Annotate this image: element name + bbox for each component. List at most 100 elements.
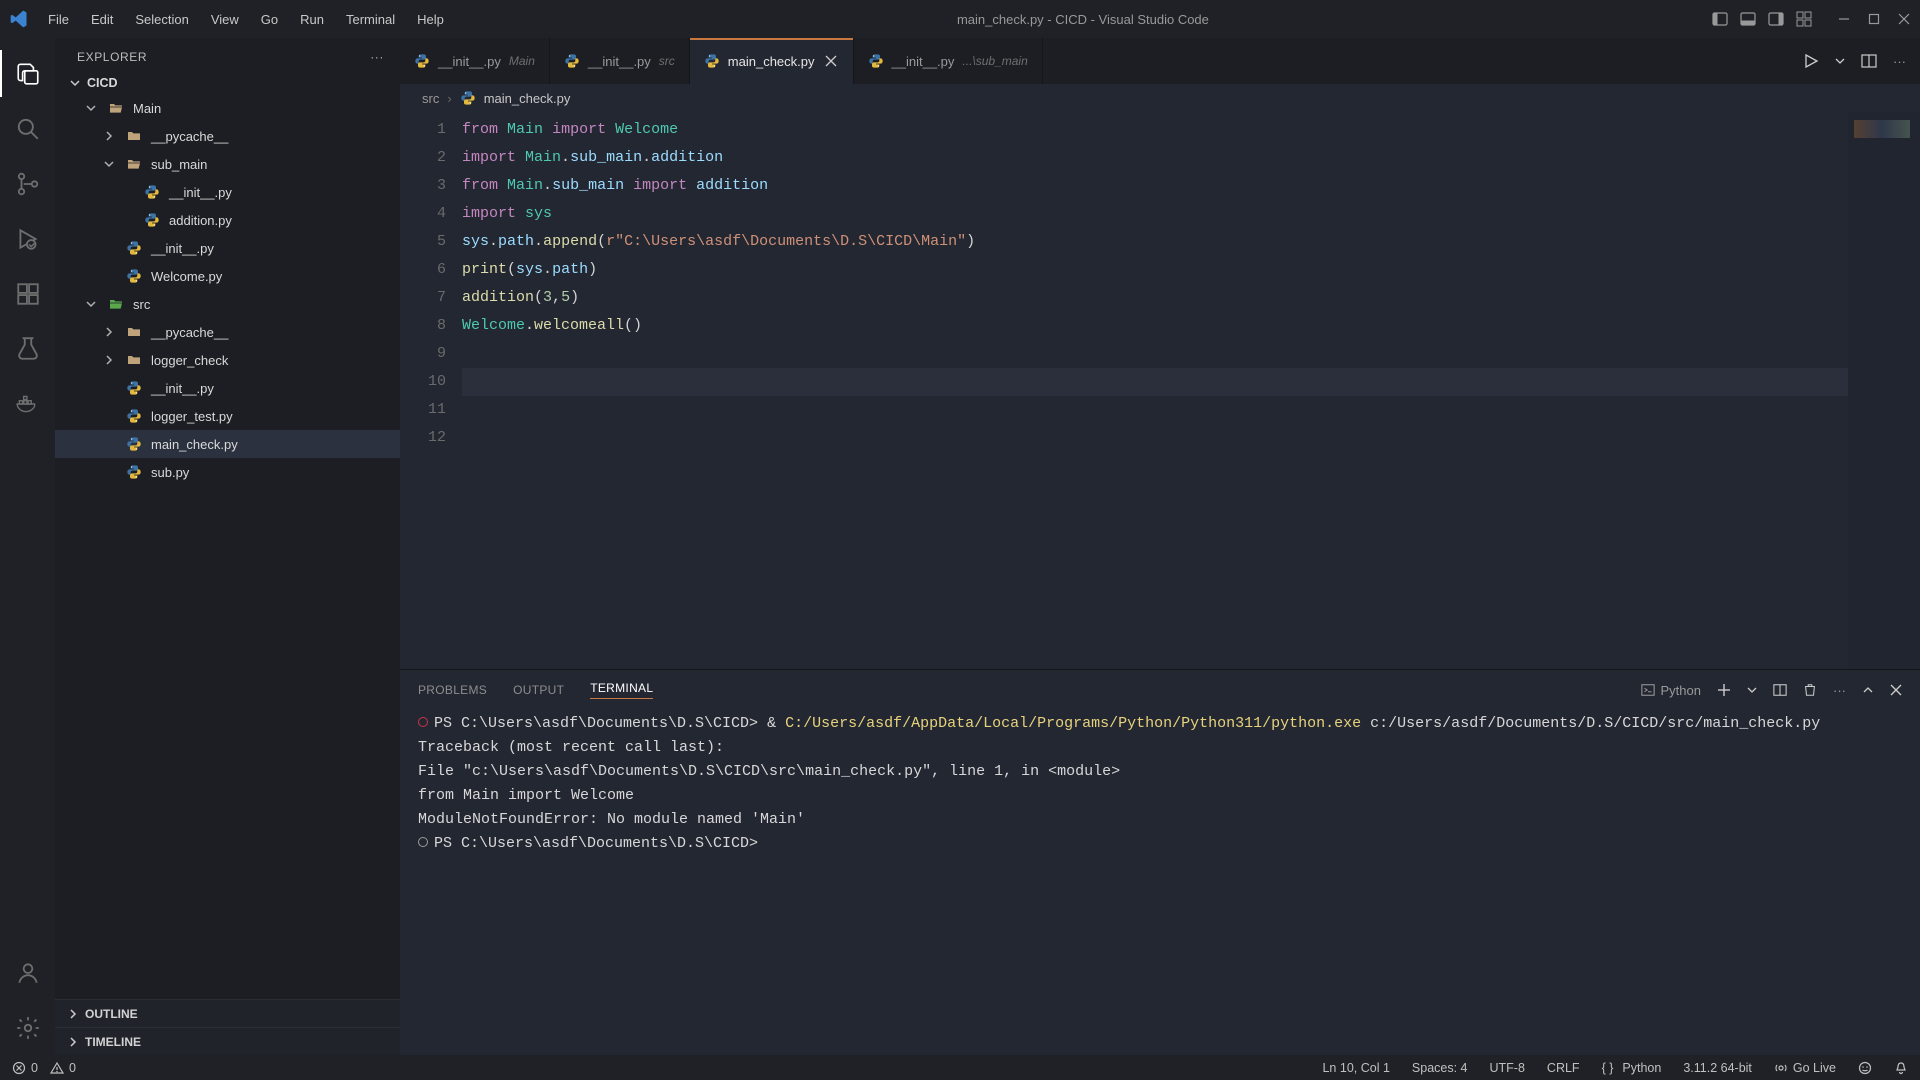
code-area[interactable]: from Main import Welcomeimport Main.sub_…	[462, 112, 1848, 669]
file-row[interactable]: addition.py	[55, 206, 400, 234]
folder-row[interactable]: Main	[55, 94, 400, 122]
tab-filename: main_check.py	[728, 54, 815, 69]
status-bell-icon[interactable]	[1894, 1061, 1908, 1075]
activity-run-debug-icon[interactable]	[0, 211, 55, 266]
code-line[interactable]: addition(3,5)	[462, 284, 1848, 312]
folder-row[interactable]: __pycache__	[55, 318, 400, 346]
toggle-primary-sidebar-icon[interactable]	[1712, 11, 1728, 27]
more-actions-icon[interactable]: ···	[1893, 54, 1906, 69]
tree-item-label: addition.py	[169, 213, 400, 228]
breadcrumb[interactable]: src › main_check.py	[400, 84, 1920, 112]
new-terminal-dropdown-icon[interactable]	[1747, 685, 1757, 695]
panel-tab-problems[interactable]: PROBLEMS	[418, 683, 487, 697]
menu-view[interactable]: View	[201, 6, 249, 33]
timeline-section[interactable]: TIMELINE	[55, 1027, 400, 1055]
python-file-icon	[564, 53, 580, 69]
menu-edit[interactable]: Edit	[81, 6, 123, 33]
customize-layout-icon[interactable]	[1796, 11, 1812, 27]
line-gutter: 123456789101112	[400, 112, 462, 669]
code-line[interactable]: from Main import Welcome	[462, 116, 1848, 144]
file-row[interactable]: logger_test.py	[55, 402, 400, 430]
run-file-icon[interactable]	[1803, 53, 1819, 69]
panel-more-icon[interactable]: ···	[1833, 683, 1846, 698]
minimap[interactable]	[1848, 112, 1920, 669]
terminal-shell-icon[interactable]: Python	[1641, 683, 1701, 698]
code-line[interactable]: Welcome.welcomeall()	[462, 312, 1848, 340]
status-ln-col[interactable]: Ln 10, Col 1	[1322, 1061, 1389, 1075]
status-feedback-icon[interactable]	[1858, 1061, 1872, 1075]
file-row[interactable]: __init__.py	[55, 234, 400, 262]
workspace-root[interactable]: CICD	[55, 72, 400, 94]
panel-tab-output[interactable]: OUTPUT	[513, 683, 564, 697]
editor-tab[interactable]: __init__.pyMain	[400, 38, 550, 84]
file-row[interactable]: sub.py	[55, 458, 400, 486]
status-python-version[interactable]: 3.11.2 64-bit	[1683, 1061, 1752, 1075]
python-file-icon	[414, 53, 430, 69]
folder-row[interactable]: __pycache__	[55, 122, 400, 150]
status-errors[interactable]: 0	[12, 1061, 38, 1075]
activity-accounts-icon[interactable]	[0, 945, 55, 1000]
menu-help[interactable]: Help	[407, 6, 454, 33]
close-tab-icon[interactable]	[823, 53, 839, 69]
activity-search-icon[interactable]	[0, 101, 55, 156]
maximize-panel-icon[interactable]	[1862, 684, 1874, 696]
terminal-body[interactable]: PS C:\Users\asdf\Documents\D.S\CICD> & C…	[400, 710, 1920, 1055]
kill-terminal-icon[interactable]	[1803, 683, 1817, 697]
status-encoding[interactable]: UTF-8	[1490, 1061, 1525, 1075]
editor-tab[interactable]: main_check.py	[690, 38, 854, 84]
file-row[interactable]: Welcome.py	[55, 262, 400, 290]
breadcrumb-folder[interactable]: src	[422, 91, 439, 106]
menu-terminal[interactable]: Terminal	[336, 6, 405, 33]
activity-testing-icon[interactable]	[0, 321, 55, 376]
breadcrumb-separator-icon: ›	[447, 91, 451, 106]
folder-row[interactable]: sub_main	[55, 150, 400, 178]
title-bar: File Edit Selection View Go Run Terminal…	[0, 0, 1920, 38]
tree-item-label: __pycache__	[151, 325, 400, 340]
file-row[interactable]: main_check.py	[55, 430, 400, 458]
editor-tab[interactable]: __init__.pysrc	[550, 38, 690, 84]
file-row[interactable]: __init__.py	[55, 374, 400, 402]
run-dropdown-icon[interactable]	[1835, 56, 1845, 66]
code-line[interactable]: sys.path.append(r"C:\Users\asdf\Document…	[462, 228, 1848, 256]
tab-filename: __init__.py	[438, 54, 501, 69]
activity-docker-icon[interactable]	[0, 376, 55, 431]
status-warnings[interactable]: 0	[50, 1061, 76, 1075]
close-panel-icon[interactable]	[1890, 684, 1902, 696]
new-terminal-icon[interactable]	[1717, 683, 1731, 697]
code-editor[interactable]: 123456789101112 from Main import Welcome…	[400, 112, 1920, 669]
status-language[interactable]: { }Python	[1602, 1061, 1662, 1075]
folder-row[interactable]: logger_check	[55, 346, 400, 374]
code-line[interactable]: import Main.sub_main.addition	[462, 144, 1848, 172]
close-window-icon[interactable]	[1896, 11, 1912, 27]
status-go-live[interactable]: Go Live	[1774, 1061, 1836, 1075]
minimize-icon[interactable]	[1836, 11, 1852, 27]
maximize-icon[interactable]	[1866, 11, 1882, 27]
menu-file[interactable]: File	[38, 6, 79, 33]
code-line[interactable]: from Main.sub_main import addition	[462, 172, 1848, 200]
file-row[interactable]: __init__.py	[55, 178, 400, 206]
activity-explorer-icon[interactable]	[0, 46, 55, 101]
activity-extensions-icon[interactable]	[0, 266, 55, 321]
more-icon[interactable]: ···	[370, 50, 384, 64]
toggle-panel-icon[interactable]	[1740, 11, 1756, 27]
split-terminal-icon[interactable]	[1773, 683, 1787, 697]
menu-go[interactable]: Go	[251, 6, 288, 33]
status-eol[interactable]: CRLF	[1547, 1061, 1580, 1075]
menu-run[interactable]: Run	[290, 6, 334, 33]
status-spaces[interactable]: Spaces: 4	[1412, 1061, 1468, 1075]
panel-tab-terminal[interactable]: TERMINAL	[590, 681, 653, 699]
breadcrumb-file[interactable]: main_check.py	[484, 91, 571, 106]
split-editor-icon[interactable]	[1861, 53, 1877, 69]
editor-tab[interactable]: __init__.py...\sub_main	[854, 38, 1043, 84]
code-line[interactable]: import sys	[462, 200, 1848, 228]
toggle-secondary-sidebar-icon[interactable]	[1768, 11, 1784, 27]
code-line[interactable]: print(sys.path)	[462, 256, 1848, 284]
window-title: main_check.py - CICD - Visual Studio Cod…	[454, 12, 1712, 27]
python-file-icon	[125, 379, 143, 397]
activity-settings-icon[interactable]	[0, 1000, 55, 1055]
outline-section[interactable]: OUTLINE	[55, 999, 400, 1027]
activity-source-control-icon[interactable]	[0, 156, 55, 211]
outline-label: OUTLINE	[85, 1007, 138, 1021]
folder-row[interactable]: src	[55, 290, 400, 318]
menu-selection[interactable]: Selection	[125, 6, 198, 33]
